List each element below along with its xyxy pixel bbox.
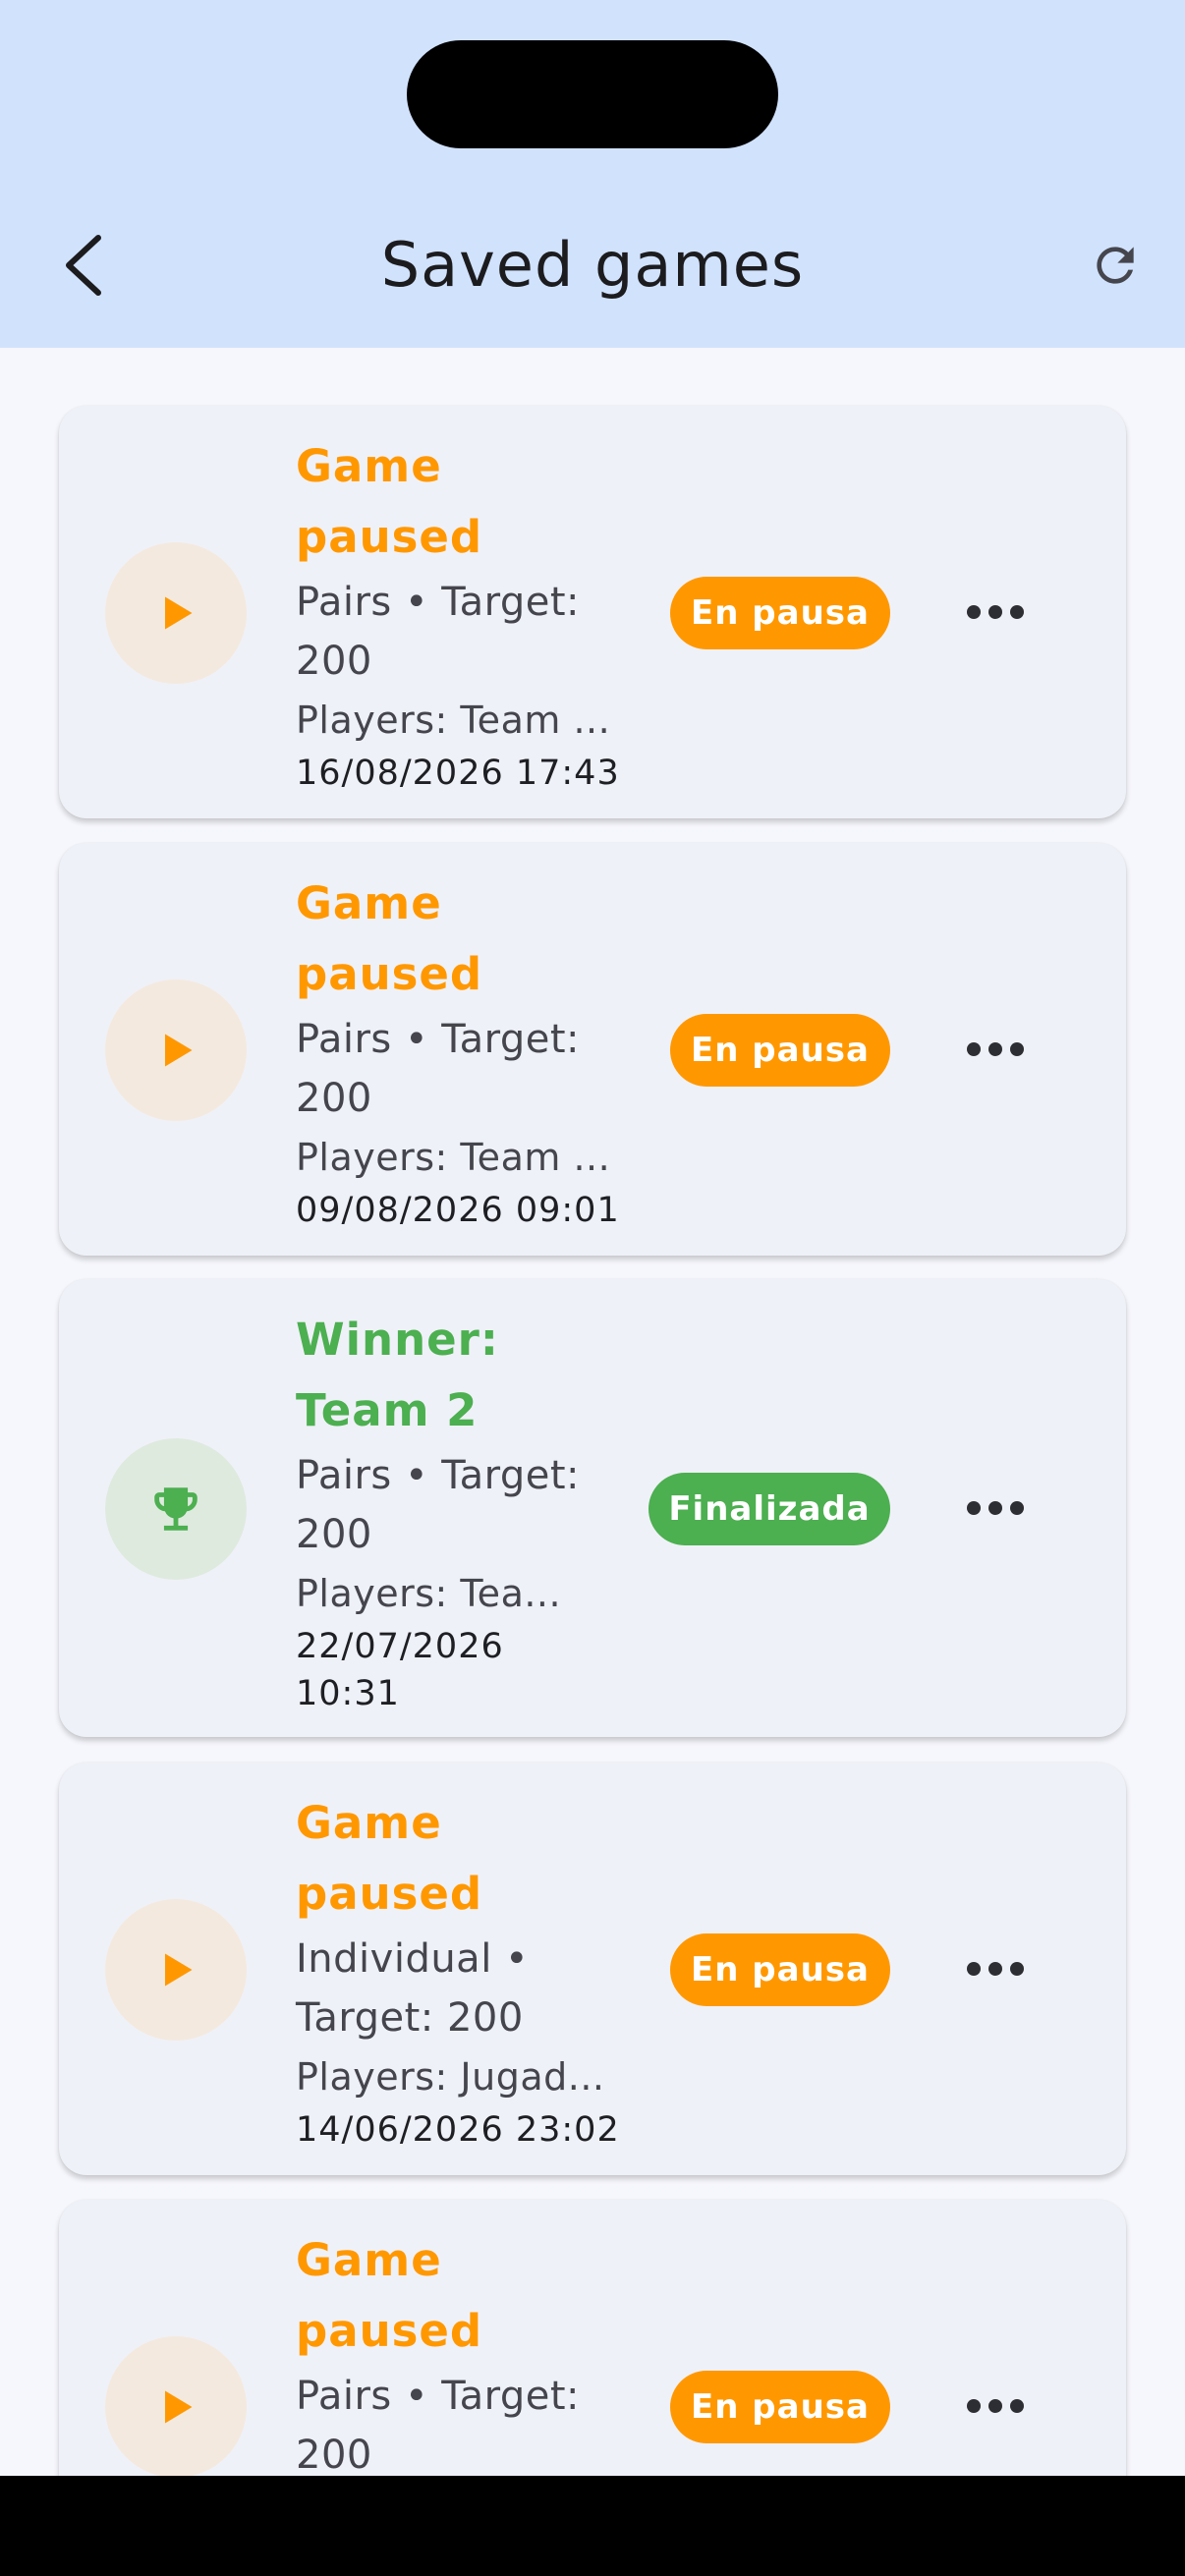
game-title: Game — [296, 1797, 442, 1849]
game-title-cont: paused — [296, 511, 483, 563]
more-options-button[interactable] — [948, 1939, 1043, 1998]
more-horizontal-icon — [967, 1962, 1024, 1976]
game-target-value: 200 — [296, 1512, 372, 1557]
game-time: 10:31 — [296, 1674, 400, 1713]
play-icon — [165, 596, 193, 630]
more-horizontal-icon — [967, 1501, 1024, 1515]
game-info: Winner: Team 2 Pairs • Target: 200 Playe… — [296, 1305, 689, 1717]
play-button[interactable] — [105, 980, 247, 1121]
game-players: Players: Jugad... — [296, 2055, 605, 2099]
game-players: Players: Tea... — [296, 1572, 562, 1615]
app-bar: Saved games — [0, 0, 1185, 348]
status-badge: En pausa — [670, 2371, 890, 2443]
game-mode-target: Pairs • Target: — [296, 1017, 580, 1062]
trophy-icon — [154, 1487, 198, 1531]
game-target-value: 200 — [296, 639, 372, 684]
game-info: Game paused Individual • Target: 200 Pla… — [296, 1788, 689, 2154]
camera-notch — [407, 40, 778, 148]
game-title: Game — [296, 2234, 442, 2286]
game-info: Game paused Pairs • Target: 200 — [296, 2225, 689, 2485]
game-date: 09/08/2026 09:01 — [296, 1191, 620, 1230]
play-icon — [165, 2390, 193, 2424]
game-players: Players: Team ... — [296, 1136, 611, 1179]
more-horizontal-icon — [967, 2399, 1024, 2413]
play-button[interactable] — [105, 542, 247, 684]
play-icon — [165, 1953, 193, 1987]
system-bottom-bar — [0, 2476, 1185, 2576]
more-options-button[interactable] — [948, 583, 1043, 642]
more-options-button[interactable] — [948, 1020, 1043, 1079]
game-title: Winner: — [296, 1314, 499, 1366]
play-button[interactable] — [105, 2336, 247, 2478]
game-title-cont: paused — [296, 1868, 483, 1920]
saved-games-screen: Saved games Game paused Pairs • Target: … — [0, 0, 1185, 2576]
status-badge: En pausa — [670, 577, 890, 649]
game-info: Game paused Pairs • Target: 200 Players:… — [296, 431, 689, 797]
game-target-value: Target: 200 — [296, 1995, 524, 2041]
game-card[interactable]: Game paused Pairs • Target: 200 Players:… — [59, 843, 1126, 1256]
trophy-button[interactable] — [105, 1438, 247, 1580]
game-date: 22/07/2026 — [296, 1627, 504, 1666]
game-mode-target: Pairs • Target: — [296, 2374, 580, 2419]
more-options-button[interactable] — [948, 2377, 1043, 2436]
game-card[interactable]: Game paused Individual • Target: 200 Pla… — [59, 1763, 1126, 2175]
status-badge: Finalizada — [649, 1473, 890, 1545]
game-title-cont: Team 2 — [296, 1384, 479, 1436]
status-badge: En pausa — [670, 1933, 890, 2006]
game-mode-target: Individual • — [296, 1936, 530, 1982]
game-players: Players: Team ... — [296, 699, 611, 742]
status-badge: En pausa — [670, 1014, 890, 1087]
game-title-cont: paused — [296, 2305, 483, 2357]
more-horizontal-icon — [967, 1042, 1024, 1056]
play-icon — [165, 1034, 193, 1067]
game-target-value: 200 — [296, 1076, 372, 1121]
more-options-button[interactable] — [948, 1479, 1043, 1538]
game-info: Game paused Pairs • Target: 200 Players:… — [296, 868, 689, 1234]
game-mode-target: Pairs • Target: — [296, 1453, 580, 1498]
play-button[interactable] — [105, 1899, 247, 2041]
refresh-icon — [1097, 247, 1134, 284]
more-horizontal-icon — [967, 605, 1024, 619]
refresh-button[interactable] — [1081, 226, 1150, 305]
game-title-cont: paused — [296, 948, 483, 1000]
page-title: Saved games — [380, 229, 805, 301]
game-mode-target: Pairs • Target: — [296, 580, 580, 625]
game-date: 14/06/2026 23:02 — [296, 2110, 620, 2150]
game-date: 16/08/2026 17:43 — [296, 754, 620, 793]
game-card[interactable]: Game paused Pairs • Target: 200 Players:… — [59, 406, 1126, 818]
game-card[interactable]: Winner: Team 2 Pairs • Target: 200 Playe… — [59, 1279, 1126, 1737]
game-title: Game — [296, 440, 442, 492]
game-title: Game — [296, 877, 442, 929]
